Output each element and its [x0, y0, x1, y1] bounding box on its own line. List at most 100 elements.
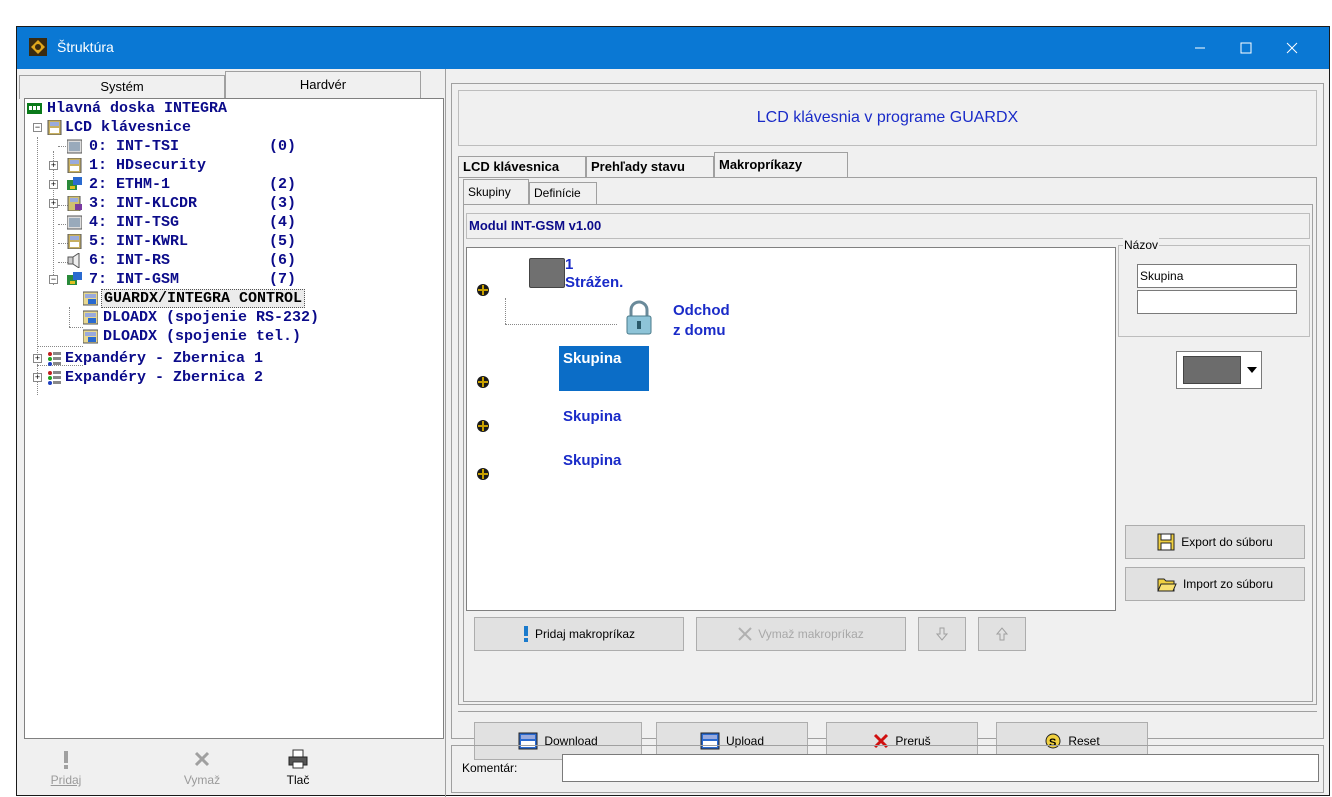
expand-icon[interactable]: + [49, 199, 58, 208]
app-icon [29, 38, 47, 59]
program-icon [82, 310, 99, 325]
tree-root[interactable]: Hlavná doska INTEGRA [27, 99, 227, 118]
tree-num: (7) [269, 271, 297, 288]
tree-item-0[interactable]: 0: INT-TSI (0) [66, 137, 296, 156]
group-4-name[interactable]: Skupina [563, 452, 621, 469]
keypad-group-icon [529, 258, 565, 288]
mainboard-icon [27, 101, 42, 116]
tree-label: 0: INT-TSI [89, 138, 180, 155]
gsm-module-icon [67, 272, 82, 287]
macro-name-line1[interactable]: Odchod [673, 302, 730, 319]
name-input-2[interactable] [1137, 290, 1297, 314]
delete-x-icon [738, 627, 752, 641]
tab-system[interactable]: Systém [19, 75, 225, 99]
group-3-name[interactable]: Skupina [563, 408, 621, 425]
tree-item-3[interactable]: + 3: INT-KLCDR (3) [47, 194, 296, 213]
tree-item-6[interactable]: 6: INT-RS (6) [67, 251, 296, 270]
tab-lcd-keypad[interactable]: LCD klávesnica [458, 156, 586, 178]
tree-label: 7: INT-GSM [89, 271, 180, 288]
comment-label: Komentár: [462, 761, 518, 775]
group-1-name[interactable]: Strážen. [565, 274, 623, 291]
app-window: Štruktúra Systém Hardvér Hlavná doska IN… [16, 26, 1330, 797]
tree-node-expanders-2[interactable]: + Expandéry - Zbernica 2 [27, 368, 263, 387]
expand-icon[interactable]: + [33, 373, 42, 382]
tree-item-5[interactable]: 5: INT-KWRL (5) [67, 232, 296, 251]
chevron-down-icon [1247, 367, 1257, 373]
tree-item-dloadx-tel[interactable]: DLOADX (spojenie tel.) [82, 327, 301, 346]
delete-button-label: Vymaž [183, 773, 221, 787]
expander-bus-icon [47, 351, 62, 366]
printer-icon [288, 749, 308, 769]
tab-macros[interactable]: Makropríkazy [714, 152, 848, 178]
tree-label: Expandéry - Zbernica 1 [65, 350, 264, 367]
minimize-button[interactable] [1177, 27, 1223, 69]
name-input[interactable]: Skupina [1137, 264, 1297, 288]
tab-status-overview[interactable]: Prehľady stavu [586, 156, 714, 178]
tree-label: 1: HDsecurity [89, 157, 207, 174]
export-button[interactable]: Export do súboru [1125, 525, 1305, 559]
tree-label: 5: INT-KWRL [89, 233, 189, 250]
touchscreen-icon [66, 139, 83, 154]
icon-select[interactable] [1176, 351, 1262, 389]
arrow-up-icon [996, 627, 1008, 641]
delete-macro-button[interactable]: Vymaž makropríkaz [696, 617, 906, 651]
tree-item-dloadx-rs232[interactable]: DLOADX (spojenie RS-232) [82, 308, 319, 327]
delete-button[interactable]: Vymaž [170, 743, 234, 793]
tree-node-expanders-1[interactable]: + Expandéry - Zbernica 1 [27, 349, 263, 368]
move-down-button[interactable] [918, 617, 966, 651]
program-icon [82, 329, 99, 344]
tab-groups[interactable]: Skupiny [463, 179, 529, 204]
close-button[interactable] [1269, 27, 1315, 69]
comment-input[interactable] [562, 754, 1319, 782]
macro-name-line2[interactable]: z domu [673, 322, 726, 339]
tree-item-guardx[interactable]: GUARDX/INTEGRA CONTROL [82, 289, 306, 308]
import-button[interactable]: Import zo súboru [1125, 567, 1305, 601]
splitter[interactable] [445, 69, 449, 797]
panel-header: LCD klávesnia v programe GUARDX [458, 90, 1317, 146]
collapse-icon[interactable]: − [49, 275, 58, 284]
tab-hardware[interactable]: Hardvér [225, 71, 421, 99]
tree-num: (2) [269, 176, 297, 193]
delete-macro-label: Vymaž makropríkaz [758, 627, 864, 641]
add-button[interactable]: Pridaj [34, 743, 98, 793]
keypad-icon [67, 157, 82, 174]
move-up-button[interactable] [978, 617, 1026, 651]
tree-label: Expandéry - Zbernica 2 [65, 369, 264, 386]
tree-num: (3) [269, 195, 297, 212]
bullet-icon [477, 284, 489, 296]
tree-item-4[interactable]: 4: INT-TSG (4) [66, 213, 296, 232]
tree-label: DLOADX (spojenie RS-232) [103, 309, 320, 326]
expand-icon[interactable]: + [33, 354, 42, 363]
tab-definitions[interactable]: Definície [529, 182, 597, 204]
name-groupbox: Názov Skupina [1118, 238, 1310, 337]
add-macro-button[interactable]: Pridaj makropríkaz [474, 617, 684, 651]
tree-item-7[interactable]: − 7: INT-GSM (7) [47, 270, 296, 289]
tree-node-lcd[interactable]: − LCD klávesnice [27, 118, 191, 137]
collapse-icon[interactable]: − [33, 123, 42, 132]
exclamation-icon [523, 626, 528, 642]
groups-list[interactable]: 1 Strážen. Odchod z domu Skupina Skupina… [466, 247, 1116, 611]
group-1-number[interactable]: 1 [565, 256, 573, 273]
tree-item-1[interactable]: + 1: HDsecurity [47, 156, 206, 175]
tree-label: GUARDX/INTEGRA CONTROL [101, 289, 306, 308]
maximize-button[interactable] [1223, 27, 1269, 69]
expand-icon[interactable]: + [49, 161, 58, 170]
bullet-icon [477, 376, 489, 388]
expand-icon[interactable]: + [49, 180, 58, 189]
tree-label: 2: ETHM-1 [89, 176, 171, 193]
add-macro-label: Pridaj makropríkaz [534, 627, 636, 641]
tree-item-2[interactable]: + 2: ETHM-1 (2) [47, 175, 296, 194]
print-button[interactable]: Tlač [266, 743, 330, 793]
keypad-icon [1183, 356, 1241, 384]
hardware-tree[interactable]: Hlavná doska INTEGRA − LCD klávesnice 0:… [24, 98, 444, 739]
selected-group[interactable]: Skupina [559, 346, 649, 391]
lock-icon [625, 300, 653, 339]
folder-open-icon [1157, 578, 1177, 592]
bullet-icon [477, 420, 489, 432]
tree-num: (6) [269, 252, 297, 269]
import-button-label: Import zo súboru [1182, 577, 1274, 591]
comment-area: Komentár: [451, 745, 1324, 793]
right-panel: LCD klávesnia v programe GUARDX LCD kláv… [451, 83, 1324, 760]
tree-label: 4: INT-TSG [89, 214, 180, 231]
left-tab-strip: Systém Hardvér [17, 69, 421, 99]
